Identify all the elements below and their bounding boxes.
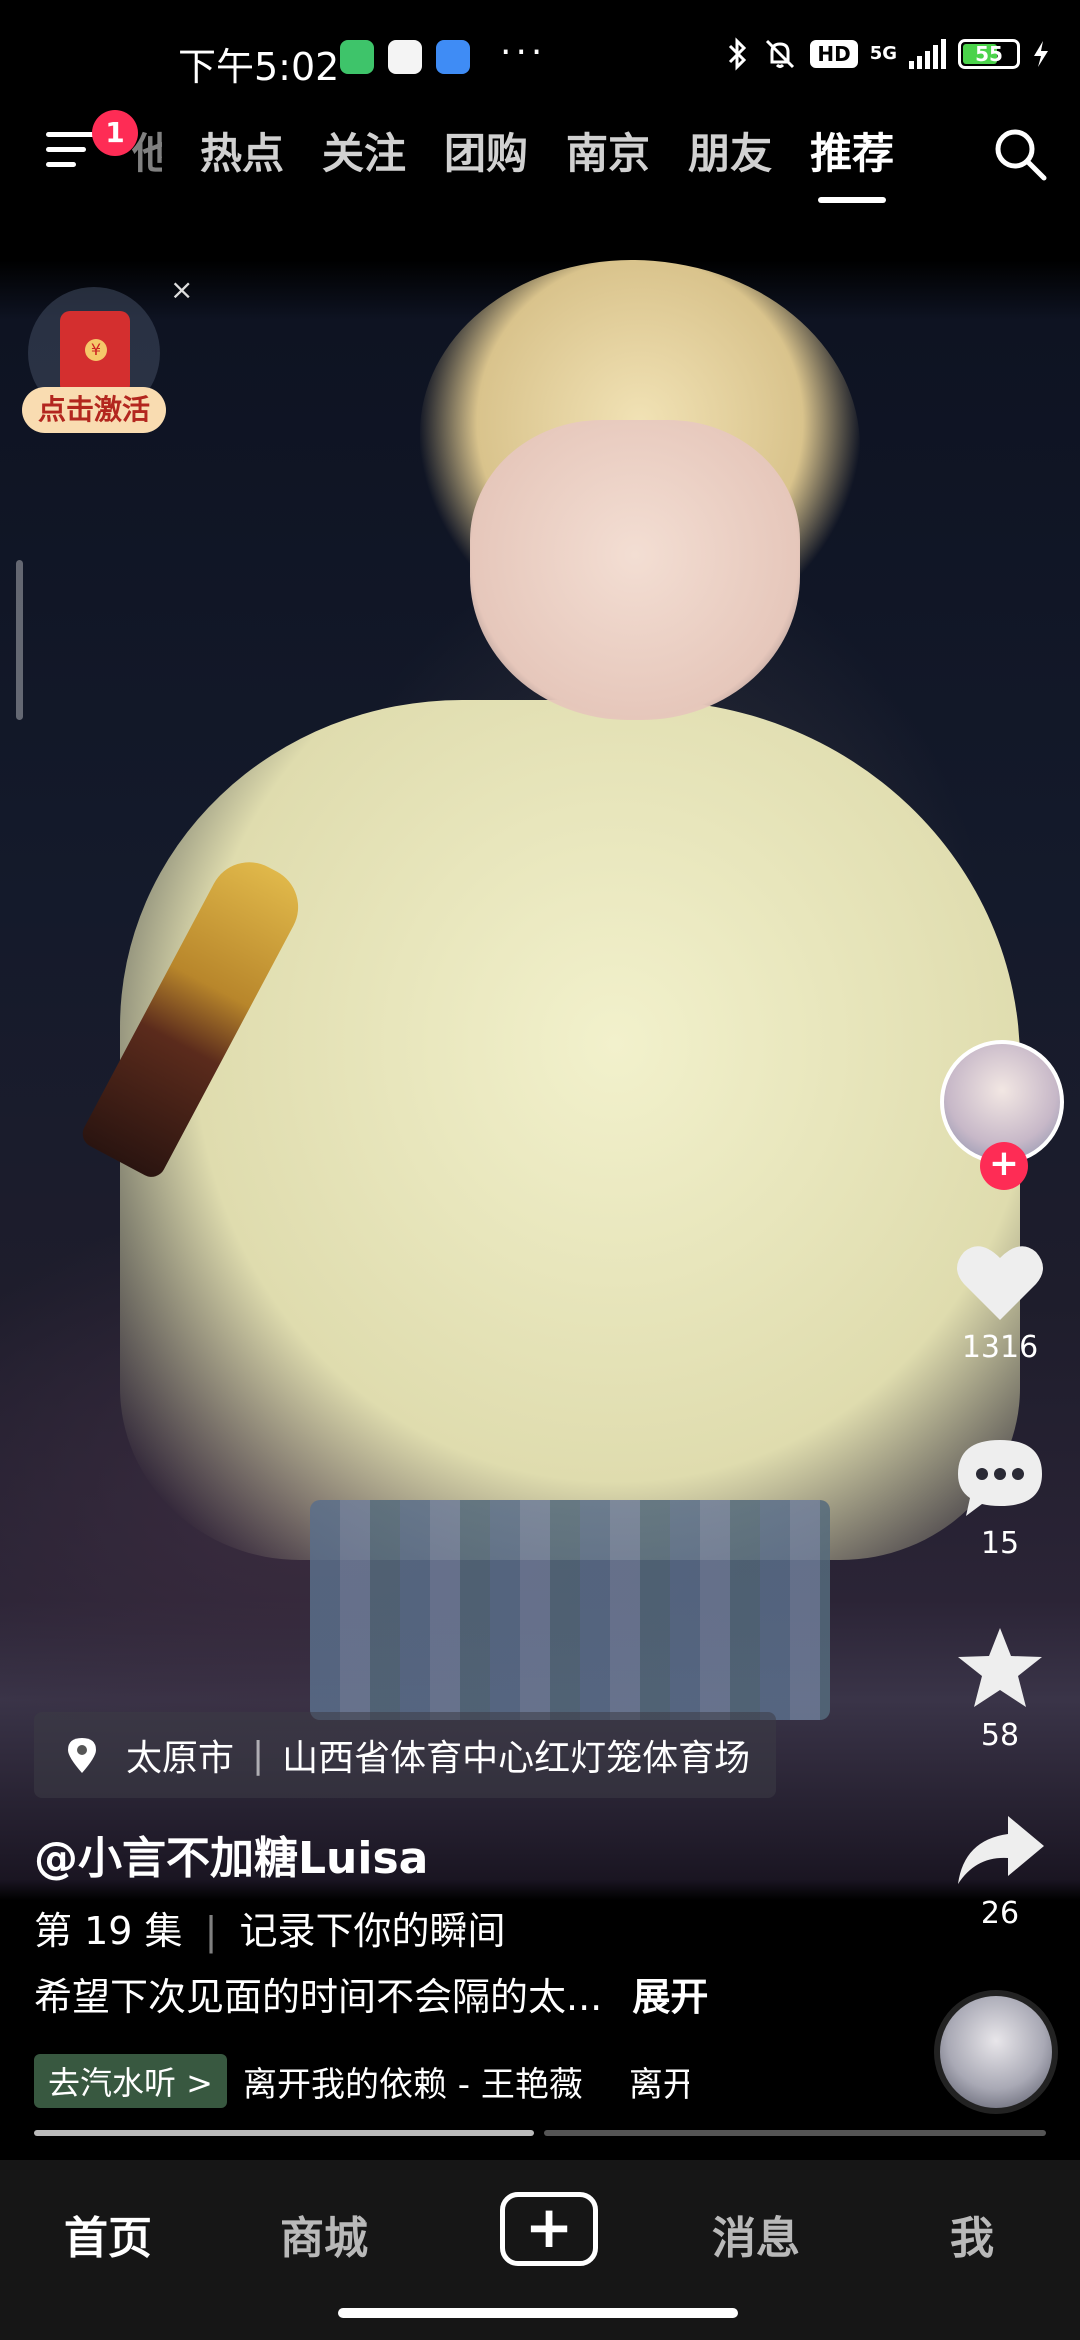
create-button[interactable]: + [500, 2192, 598, 2266]
search-icon[interactable] [990, 124, 1050, 184]
close-icon[interactable]: × [170, 273, 193, 306]
tab-recommend[interactable]: 推荐 [810, 120, 894, 203]
music-bar[interactable]: 去汽水听 > 离开我的依赖 - 王艳薇 离开 [34, 2054, 689, 2108]
bluetooth-icon [729, 37, 747, 71]
series-title: 记录下你的瞬间 [239, 1909, 506, 1953]
share-arrow-icon [958, 1816, 1044, 1884]
hd-icon: HD [810, 40, 858, 68]
tab-following[interactable]: 关注 [322, 120, 406, 181]
favorite-count: 58 [980, 1718, 1020, 1753]
description-text: 希望下次见面的时间不会隔的太... [34, 1975, 603, 2019]
soda-music-button[interactable]: 去汽水听 > [34, 2054, 227, 2108]
scroll-indicator [16, 560, 23, 720]
location-city: 太原市 [126, 1738, 235, 1779]
video-subject-pants [310, 1500, 830, 1720]
status-right: HD 5G 55 [726, 36, 1050, 72]
video-subject-face [470, 420, 800, 720]
share-button[interactable]: 26 [930, 1810, 1070, 1931]
favorite-button[interactable]: 58 [930, 1624, 1070, 1753]
tab-friends[interactable]: 朋友 [688, 120, 772, 181]
follow-button[interactable]: + [980, 1142, 1028, 1190]
like-button[interactable]: 1316 [930, 1240, 1070, 1365]
location-place: 山西省体育中心红灯笼体育场 [282, 1738, 751, 1779]
music-disc-avatar[interactable] [934, 1990, 1058, 2114]
tab-hot[interactable]: 热点 [200, 120, 284, 181]
progress-segment-played [34, 2130, 534, 2136]
video-subject-shirt [120, 700, 1020, 1560]
charging-icon [1034, 41, 1048, 67]
status-time: 下午5:02 [178, 45, 340, 89]
menu-icon[interactable] [46, 132, 98, 176]
comment-button[interactable]: 15 [930, 1436, 1070, 1561]
comment-count: 15 [980, 1526, 1020, 1561]
song-title: 离开我的依赖 - 王艳薇 [243, 2064, 583, 2105]
nav-messages[interactable]: 消息 [712, 2202, 800, 2266]
video-description: 希望下次见面的时间不会隔的太... 展开 [34, 1966, 708, 2021]
feed-tabs: 他 热点 关注 团购 南京 朋友 推荐 [132, 120, 894, 203]
activate-button[interactable]: 点击激活 [22, 387, 166, 433]
status-more-dots: ··· [500, 32, 547, 73]
app-cloud-icon [436, 40, 470, 74]
like-count: 1316 [961, 1330, 1039, 1365]
top-navigation: 1 他 热点 关注 团购 南京 朋友 推荐 [0, 110, 1080, 210]
network-type: 5G [869, 43, 897, 64]
app-58-icon [388, 40, 422, 74]
series-line[interactable]: 第 19 集 | 记录下你的瞬间 [34, 1900, 506, 1955]
nav-home[interactable]: 首页 [64, 2202, 152, 2266]
expand-button[interactable]: 展开 [632, 1975, 708, 2019]
song-title-marquee: 离开 [628, 2064, 689, 2105]
heart-icon [957, 1246, 1043, 1320]
mute-bell-icon [766, 39, 795, 69]
series-separator: | [204, 1909, 218, 1953]
location-pin-icon [68, 1738, 96, 1773]
home-indicator[interactable] [338, 2308, 738, 2318]
location-tag[interactable]: 太原市 | 山西省体育中心红灯笼体育场 [34, 1712, 777, 1798]
series-episode: 第 19 集 [34, 1909, 183, 1953]
video-progress-bar[interactable] [34, 2130, 1046, 2136]
tab-group-buy[interactable]: 团购 [444, 120, 528, 181]
battery-icon: 55 [958, 39, 1020, 69]
battery-level: 55 [975, 42, 1003, 66]
status-app-icons [340, 40, 470, 74]
comment-icon [958, 1440, 1042, 1516]
red-envelope-icon [60, 311, 130, 395]
progress-segment-remaining [544, 2130, 1046, 2136]
tab-partial[interactable]: 他 [132, 120, 162, 181]
nav-me[interactable]: 我 [950, 2202, 994, 2266]
star-icon [958, 1628, 1042, 1707]
share-count: 26 [980, 1896, 1020, 1931]
location-separator: | [252, 1734, 265, 1776]
app-notif-icon [340, 40, 374, 74]
signal-icon [909, 39, 946, 69]
author-name[interactable]: @小言不加糖Luisa [34, 1822, 428, 1886]
red-packet-promo[interactable]: 点击激活 × [22, 273, 193, 445]
status-bar: 下午5:02 ··· HD 5G 55 [0, 28, 1080, 89]
tab-nanjing[interactable]: 南京 [566, 120, 650, 181]
nav-mall[interactable]: 商城 [280, 2202, 368, 2266]
